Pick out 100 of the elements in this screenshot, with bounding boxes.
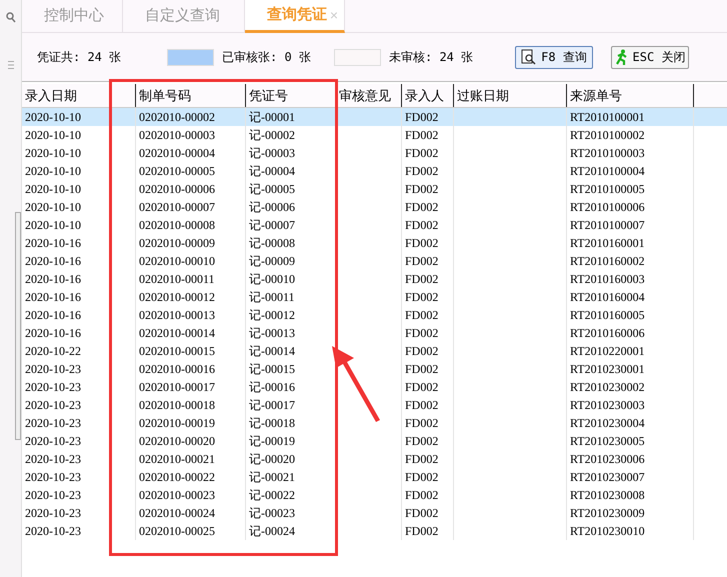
table-cell-text: 2020-10-23 (25, 379, 81, 396)
scrollbar-thumb[interactable] (15, 212, 21, 440)
table-row[interactable]: 2020-10-10 0202010-00002 记-00001 FD002 RT2010100001 (22, 108, 727, 126)
table-cell-text: 2020-10-16 (25, 235, 81, 252)
table-cell-text: RT2010100006 (570, 199, 645, 216)
table-cell-text: 记-00012 (249, 307, 295, 324)
table-cell-text: 2020-10-23 (25, 451, 81, 468)
search-icon[interactable] (6, 12, 16, 24)
table-cell-text: 0202010-00024 (139, 505, 215, 522)
table-cell-text: 记-00024 (249, 523, 295, 540)
table-cell-text: 记-00021 (249, 469, 295, 486)
table-cell-text: 2020-10-16 (25, 307, 81, 324)
table-cell-text: 记-00009 (249, 253, 295, 270)
table-cell-text: 0202010-00002 (139, 109, 215, 126)
table-cell-text: 记-00017 (249, 397, 295, 414)
table-cell-text: 2020-10-16 (25, 271, 81, 288)
table-cell-text: 记-00008 (249, 235, 295, 252)
table-cell-text: RT2010160002 (570, 253, 645, 270)
table-cell-text: FD002 (405, 451, 438, 468)
table-cell-text: 0202010-00015 (139, 343, 215, 360)
column-header[interactable]: 审核意见 (336, 84, 402, 107)
running-figure-icon (614, 49, 629, 65)
table-cell-text: 0202010-00017 (139, 379, 215, 396)
table-cell-text: 2020-10-10 (25, 199, 81, 216)
table-cell-text: 记-00014 (249, 343, 295, 360)
table-cell-text: FD002 (405, 325, 438, 342)
table-cell-text: 2020-10-16 (25, 325, 81, 342)
legend-label: 未审核: 24 张 (389, 49, 474, 66)
column-header[interactable]: 过账日期 (454, 84, 567, 107)
table-cell-text: 0202010-00009 (139, 235, 215, 252)
table-cell-text: 2020-10-16 (25, 289, 81, 306)
table-cell-text: 0202010-00013 (139, 307, 215, 324)
column-header[interactable]: 来源单号 (567, 84, 694, 107)
column-header[interactable]: 录入人 (402, 84, 454, 107)
table-cell-text: 0202010-00007 (139, 199, 215, 216)
table-cell-text: 2020-10-10 (25, 181, 81, 198)
query-button[interactable]: F8 查询 (515, 46, 593, 68)
table-cell-text: 0202010-00004 (139, 145, 215, 162)
column-header[interactable]: 凭证号 (246, 84, 336, 107)
table-cell-text: RT2010230003 (570, 397, 645, 414)
table-cell-text: 0202010-00025 (139, 523, 215, 540)
table-cell-text: RT2010100007 (570, 217, 645, 234)
table-cell-text: 2020-10-22 (25, 343, 81, 360)
table-cell-text: 0202010-00014 (139, 325, 215, 342)
table-cell-text: FD002 (405, 379, 438, 396)
table-cell-text: RT2010100003 (570, 145, 645, 162)
table-cell-text: 2020-10-10 (25, 217, 81, 234)
table-cell-text: 记-00007 (249, 217, 295, 234)
table-cell-text: FD002 (405, 397, 438, 414)
table-cell-text: 0202010-00010 (139, 253, 215, 270)
table-cell-text: RT2010160001 (570, 235, 645, 252)
table-cell-text: 记-00013 (249, 325, 295, 342)
table-cell-text: 0202010-00016 (139, 361, 215, 378)
table-cell-text: RT2010230005 (570, 433, 645, 450)
column-header[interactable]: 录入日期 (22, 84, 136, 107)
table-cell-text: RT2010220001 (570, 343, 645, 360)
table-cell-text: 0202010-00021 (139, 451, 215, 468)
table-cell-text: 记-00018 (249, 415, 295, 432)
table-cell-text: 0202010-00011 (139, 271, 215, 288)
table-cell-text: 2020-10-23 (25, 433, 81, 450)
table-cell-text: FD002 (405, 163, 438, 180)
table-cell-text: FD002 (405, 469, 438, 486)
table-cell-text: 0202010-00003 (139, 127, 215, 144)
table-cell-text: 2020-10-10 (25, 109, 81, 126)
table-cell-text: RT2010100002 (570, 127, 645, 144)
table-cell-text: 0202010-00023 (139, 487, 215, 504)
table-cell-text: 2020-10-23 (25, 397, 81, 414)
table-cell-text: 0202010-00005 (139, 163, 215, 180)
table-cell-text: FD002 (405, 217, 438, 234)
table-cell-text: RT2010100004 (570, 163, 645, 180)
table-cell-text: FD002 (405, 199, 438, 216)
table-cell-text: 记-00003 (249, 145, 295, 162)
table-cell-text: FD002 (405, 271, 438, 288)
table-cell-text: FD002 (405, 433, 438, 450)
table-cell-text: RT2010230006 (570, 451, 645, 468)
table-cell-text: 记-00005 (249, 181, 295, 198)
table-cell-text: FD002 (405, 181, 438, 198)
table-cell-text: 记-00020 (249, 451, 295, 468)
table-cell-text: 记-00004 (249, 163, 295, 180)
table-cell-text: FD002 (405, 307, 438, 324)
menu-icon[interactable] (8, 60, 14, 70)
table-cell-text: 0202010-00019 (139, 415, 215, 432)
table-cell-text: RT2010160004 (570, 289, 645, 306)
table-cell-text: FD002 (405, 145, 438, 162)
table-cell-text: FD002 (405, 235, 438, 252)
table-cell-text: FD002 (405, 343, 438, 360)
table-cell-text: 2020-10-23 (25, 505, 81, 522)
table-cell-text: FD002 (405, 127, 438, 144)
table-cell-text: RT2010100001 (570, 109, 645, 126)
table-cell-text: 0202010-00008 (139, 217, 215, 234)
legend-label: 已审核张: 0 张 (222, 49, 312, 66)
table-cell-text: FD002 (405, 361, 438, 378)
table-cell-text: 0202010-00020 (139, 433, 215, 450)
table-cell-text: 2020-10-10 (25, 145, 81, 162)
table-cell-text: 2020-10-23 (25, 415, 81, 432)
table-cell-text: 2020-10-23 (25, 469, 81, 486)
close-button[interactable]: ESC 关闭 (611, 46, 689, 68)
table-cell-text: RT2010160005 (570, 307, 645, 324)
column-header[interactable]: 制单号码 (136, 84, 246, 107)
table-cell-text: 记-00002 (249, 127, 295, 144)
